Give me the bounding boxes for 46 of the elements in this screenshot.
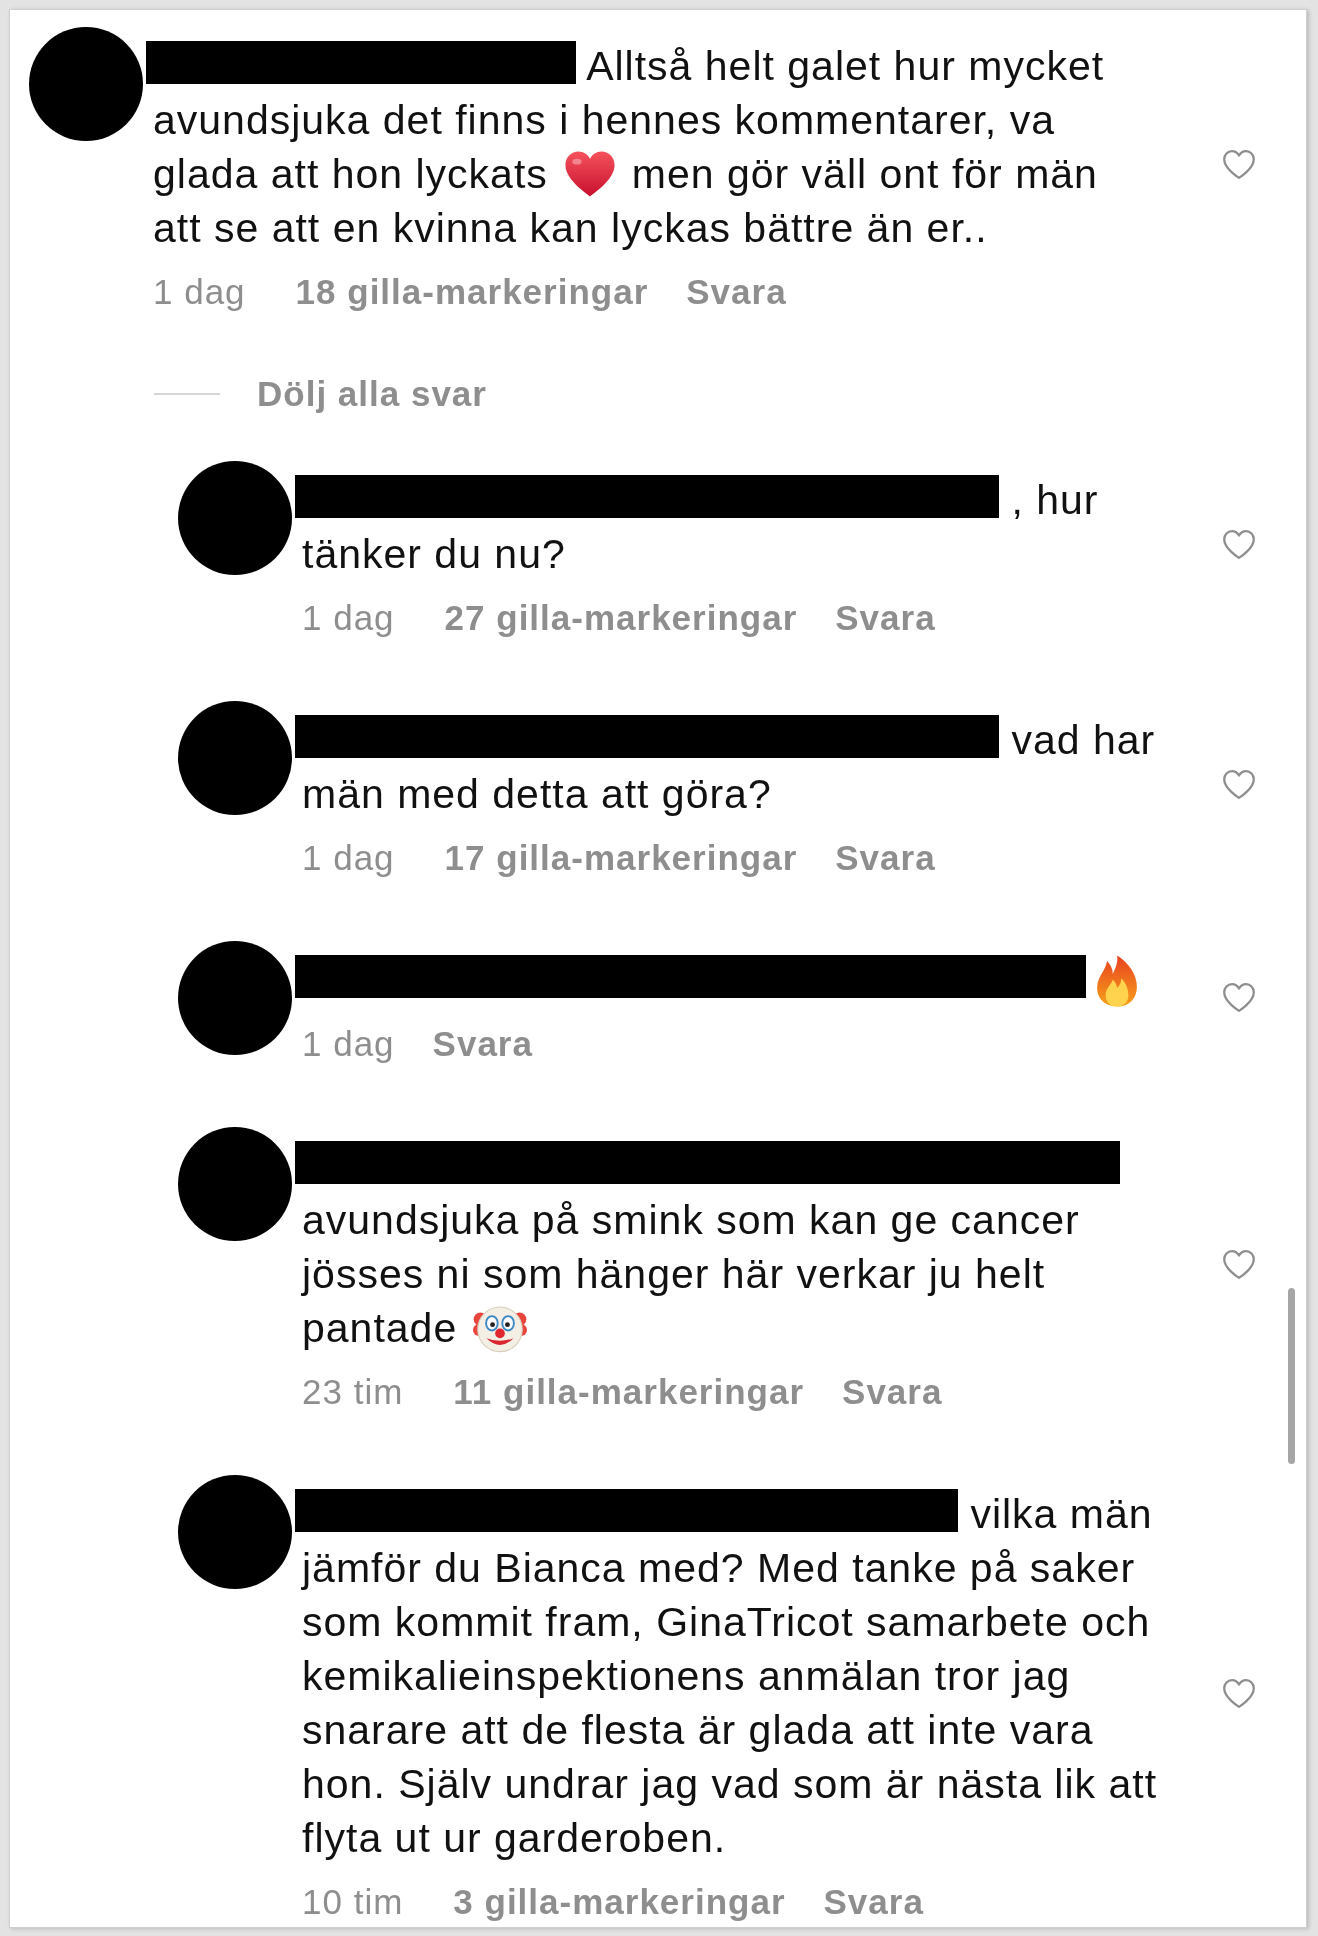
likes-link[interactable]: 27 gilla-markeringar [444, 597, 798, 639]
comment-text: jösses ni som hänger här verkar ju helt [302, 1251, 1046, 1297]
fire-emoji-icon [1094, 954, 1140, 1008]
heart-icon[interactable] [1222, 768, 1256, 800]
comment-text: glada att hon lyckats [153, 151, 548, 197]
comment-time: 10 tim [302, 1881, 404, 1923]
hide-replies-button[interactable]: Dölj alla svar [154, 372, 487, 416]
reply-button[interactable]: Svara [835, 837, 936, 879]
comment-text: som kommit fram, GinaTricot samarbete och [302, 1599, 1151, 1645]
comment-text: vilka män [970, 1491, 1153, 1537]
comment-text: men gör väll ont för män [631, 151, 1098, 197]
reply-button[interactable]: Svara [823, 1881, 924, 1923]
comment-text: flyta ut ur garderoben. [302, 1815, 727, 1861]
likes-link[interactable]: 3 gilla-markeringar [453, 1881, 786, 1923]
comment-text: att se att en kvinna kan lyckas bättre än er.. [153, 205, 988, 251]
comment-time: 1 dag [302, 837, 395, 879]
clown-face-icon [473, 1303, 528, 1353]
comment-text: tänker du nu? [302, 531, 566, 577]
comment-text: pantade [302, 1305, 458, 1351]
reply-button[interactable]: Svara [835, 597, 936, 639]
comment-time: 23 tim [302, 1371, 404, 1413]
comment-text: jämför du Bianca med? Med tanke på saker [302, 1545, 1136, 1591]
comment-text: snarare att de flesta är glada att inte vara [302, 1707, 1094, 1753]
comment-text: avundsjuka på smink som kan ge cancer [302, 1197, 1080, 1243]
comment-text: hon. Själv undrar jag vad som är nästa lik att [302, 1761, 1158, 1807]
heart-icon[interactable] [1222, 528, 1256, 560]
comment-text: , hur [1011, 477, 1099, 523]
reply-button[interactable]: Svara [686, 271, 787, 313]
reply-button[interactable]: Svara [842, 1371, 943, 1413]
comment-text: kemikalieinspektionens anmälan tror jag [302, 1653, 1071, 1699]
likes-link[interactable]: 17 gilla-markeringar [444, 837, 798, 879]
comment-text: avundsjuka det finns i hennes kommentarer, va [153, 97, 1055, 143]
comment-time: 1 dag [302, 597, 395, 639]
heart-icon[interactable] [1222, 148, 1256, 180]
comment-text: Alltså helt galet hur mycket [586, 43, 1105, 89]
heart-icon[interactable] [1222, 1677, 1256, 1709]
comment-time: 1 dag [153, 271, 246, 313]
heart-icon[interactable] [1222, 981, 1256, 1013]
comment-text: män med detta att göra? [302, 771, 772, 817]
likes-link[interactable]: 18 gilla-markeringar [295, 271, 649, 313]
comment-time: 1 dag [302, 1023, 395, 1065]
likes-link[interactable]: 11 gilla-markeringar [453, 1371, 805, 1413]
heart-emoji-icon [563, 150, 616, 198]
comment-text: vad har [1011, 717, 1156, 763]
heart-icon[interactable] [1222, 1248, 1256, 1280]
reply-button[interactable]: Svara [432, 1023, 533, 1065]
